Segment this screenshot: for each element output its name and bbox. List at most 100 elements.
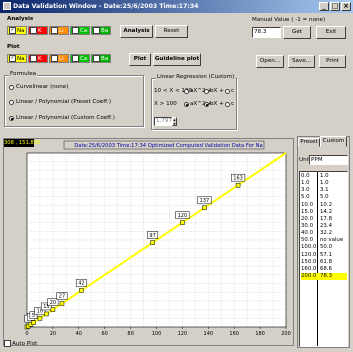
regression-row2-term-2-label[interactable]: c (231, 101, 234, 107)
data-point (150, 240, 155, 245)
data-label: 27 (59, 294, 65, 300)
regression-row1-term-2-label[interactable]: c (231, 88, 234, 94)
window-title: Data Validation Window - Date:25/6/2003 … (13, 3, 199, 10)
regression-row2-term-1-radio[interactable] (204, 102, 209, 107)
regression-row2-term-2-radio[interactable] (225, 102, 230, 107)
units-input[interactable]: PPM (309, 155, 348, 165)
regression-row1-term-1-radio[interactable] (204, 89, 209, 94)
regression-row1-term-2-radio[interactable] (225, 89, 230, 94)
calibration-row[interactable]: 30.0 23.4 (301, 223, 347, 230)
calibration-row[interactable]: 120.0 57.1 (301, 252, 347, 259)
standard-value: 150.0 (301, 258, 317, 265)
data-label: 120 (178, 213, 188, 219)
calibration-row[interactable]: 200.0 78.3 (301, 272, 347, 281)
calibration-row[interactable]: 160.0 68.6 (301, 266, 347, 273)
checkbox-box: ✓ (30, 55, 37, 62)
minimize-button[interactable]: _ (319, 2, 329, 11)
manual-value-input[interactable]: 78.3 (252, 27, 281, 38)
measured-value: 23.4 (320, 222, 333, 229)
formulea-option-1-label[interactable]: Linear / Polynomial (Preset Coeff.) (16, 99, 111, 105)
calibration-row[interactable]: 20.0 17.8 (301, 216, 347, 223)
plot-element-list: ✓ Na ✓ K Li Ca Ba (7, 54, 112, 64)
measured-value: 3.1 (320, 187, 329, 194)
maximize-button[interactable]: □ (330, 2, 340, 11)
data-label: 163 (233, 175, 243, 181)
guideline-plot-button[interactable]: Guideline plot (153, 53, 201, 66)
measured-value: 10.2 (320, 201, 333, 208)
coefficient-spinner[interactable]: ▴ ▾ (172, 117, 177, 126)
regression-row2-term-1-label[interactable]: bX + (210, 101, 224, 107)
analysis-checkbox-na[interactable]: ✓ Na (7, 26, 27, 35)
checkbox-box: ✓ (9, 55, 16, 62)
regression-row2-term-0-radio[interactable] (184, 102, 189, 107)
open-button[interactable]: Open... (256, 55, 284, 68)
exit-button[interactable]: Exit (316, 26, 346, 39)
measured-value: 78.3 (320, 272, 333, 279)
formulea-option-2-radio[interactable] (9, 116, 14, 121)
coefficient-input[interactable]: 1.797 (154, 117, 172, 126)
measured-value: 32.2 (320, 230, 333, 237)
formulea-option-2-label[interactable]: Linear / Polynomial (Custom Coeff.) (16, 115, 115, 121)
tab-preset[interactable]: Preset (298, 138, 320, 147)
regression-row1-term-0-radio[interactable] (184, 89, 189, 94)
regression-row1-term-1-label[interactable]: bX + (210, 88, 224, 94)
data-point (235, 182, 241, 188)
calibration-row[interactable]: 5.0 5.0 (301, 194, 347, 201)
calibration-row[interactable]: 3.0 3.1 (301, 187, 347, 194)
standard-value: 40.0 (301, 230, 314, 237)
x-tick-label: 120 (178, 331, 188, 337)
x-tick-label: 200 (281, 331, 291, 337)
tab-custom[interactable]: Custom (320, 136, 347, 147)
formulea-option-1-radio[interactable] (9, 100, 14, 105)
close-button[interactable]: × (341, 2, 351, 11)
analysis-button[interactable]: Analysis (120, 25, 153, 38)
formulea-option-0-label[interactable]: Curvelinear (none) (16, 84, 68, 90)
standard-value: 10.0 (301, 201, 314, 208)
plot-checkbox-ca[interactable]: Ca (70, 54, 90, 63)
calibration-row[interactable]: 0.0 1.0 (301, 173, 347, 180)
manual-value-label: Manual Value ( -1 = none) (252, 17, 326, 23)
calibration-row[interactable]: 50.0 no value (301, 237, 347, 244)
formulea-option-0-radio[interactable] (9, 85, 14, 90)
x-tick-label: 0 (25, 331, 28, 337)
calibration-row[interactable]: 10.0 10.2 (301, 202, 347, 209)
standard-value: 5.0 (301, 194, 310, 201)
calibration-row[interactable]: 1.0 1.0 (301, 180, 347, 187)
plot-checkbox-k[interactable]: ✓ K (28, 54, 48, 63)
analysis-element-label: K (38, 28, 42, 34)
save-button[interactable]: Save... (288, 55, 315, 68)
standard-value: 200.0 (301, 272, 317, 279)
calibration-row[interactable]: 40.0 32.2 (301, 230, 347, 237)
calibration-list[interactable]: 0.0 1.0 1.0 1.0 3.0 3.1 5.0 5.0 10.0 10.2 15.0 14.2… (299, 171, 348, 347)
x-tick-label: 60 (102, 331, 108, 337)
data-point (37, 316, 43, 321)
auto-plot-checkbox[interactable]: Auto Plot (4, 340, 37, 347)
calibration-row[interactable]: 100.0 50.0 (301, 244, 347, 251)
print-button[interactable]: Print (319, 55, 346, 68)
plot-button[interactable]: Plot (129, 53, 151, 66)
data-point (180, 220, 185, 225)
analysis-element-label: Ba (101, 28, 109, 34)
measured-value: 50.0 (320, 244, 333, 251)
plot-checkbox-na[interactable]: ✓ Na (7, 54, 27, 63)
reset-button[interactable]: Reset (155, 25, 188, 38)
calibration-row[interactable]: 150.0 61.8 (301, 259, 347, 266)
data-label: 97 (149, 233, 155, 239)
measured-value: 61.8 (320, 258, 333, 265)
plot-element-label: Ca (80, 56, 88, 62)
measured-value: no value (320, 237, 344, 244)
analysis-checkbox-ca[interactable]: Ca (70, 26, 90, 35)
analysis-label: Analysis (7, 16, 34, 22)
data-label: 137 (200, 198, 210, 204)
x-tick-label: 160 (229, 331, 239, 337)
standard-value: 160.0 (301, 265, 317, 272)
get-button[interactable]: Get (283, 26, 311, 39)
calibration-row[interactable]: 15.0 14.2 (301, 209, 347, 216)
measured-value: 1.0 (320, 180, 329, 187)
plot-checkbox-li[interactable]: Li (49, 54, 69, 63)
plot-checkbox-ba[interactable]: Ba (91, 54, 111, 63)
analysis-checkbox-li[interactable]: Li (49, 26, 69, 35)
analysis-checkbox-k[interactable]: K (28, 26, 48, 35)
analysis-checkbox-ba[interactable]: Ba (91, 26, 111, 35)
measured-value: 5.0 (320, 194, 329, 201)
